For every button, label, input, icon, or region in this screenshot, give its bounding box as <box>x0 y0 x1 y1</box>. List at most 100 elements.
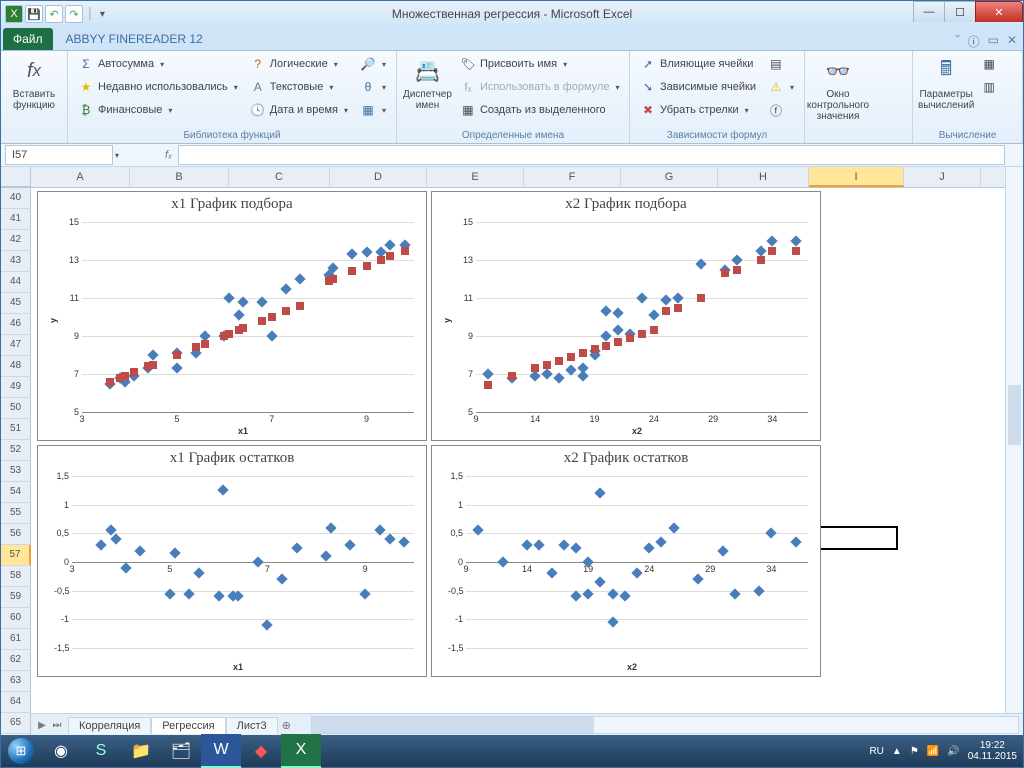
fx-label-icon[interactable]: fₓ <box>165 149 172 161</box>
sheet-tab-0[interactable]: Корреляция <box>68 717 151 734</box>
word-icon[interactable]: W <box>201 734 241 768</box>
row-hdr-56[interactable]: 56 <box>1 524 31 545</box>
row-hdr-40[interactable]: 40 <box>1 188 31 209</box>
col-hdr-F[interactable]: F <box>524 167 621 187</box>
sheet-tab-1[interactable]: Регрессия <box>151 717 225 734</box>
network-icon[interactable]: 📶 <box>927 746 939 757</box>
calc-now-button[interactable]: ▦ <box>977 53 1001 75</box>
row-hdr-42[interactable]: 42 <box>1 230 31 251</box>
watch-window-button[interactable]: 👓 Окно контрольного значения <box>811 53 865 141</box>
save-icon[interactable]: 💾 <box>25 5 43 23</box>
row-hdr-53[interactable]: 53 <box>1 461 31 482</box>
row-hdr-65[interactable]: 65 <box>1 713 31 734</box>
action-center-icon[interactable]: ⚑ <box>910 746 919 757</box>
new-sheet-icon[interactable]: ⊕ <box>282 719 291 732</box>
name-box[interactable]: I57 <box>5 145 113 165</box>
col-hdr-H[interactable]: H <box>718 167 809 187</box>
mdi-restore-icon[interactable]: ▭ <box>988 33 999 50</box>
trace-precedents-button[interactable]: ➚Влияющие ячейки <box>636 53 760 75</box>
row-hdr-43[interactable]: 43 <box>1 251 31 272</box>
row-hdr-64[interactable]: 64 <box>1 692 31 713</box>
close-button[interactable]: ✕ <box>975 1 1023 22</box>
explorer-icon[interactable]: 📁 <box>121 735 161 767</box>
horizontal-scrollbar[interactable] <box>311 716 1019 734</box>
col-hdr-I[interactable]: I <box>809 167 904 187</box>
math-button[interactable]: θ▾ <box>356 76 390 98</box>
row-hdr-46[interactable]: 46 <box>1 314 31 335</box>
col-hdr-B[interactable]: B <box>130 167 229 187</box>
undo-icon[interactable]: ↶ <box>45 5 63 23</box>
clock[interactable]: 19:22 04.11.2015 <box>968 740 1017 762</box>
row-hdr-44[interactable]: 44 <box>1 272 31 293</box>
chrome-icon[interactable]: ◉ <box>41 735 81 767</box>
row-hdr-55[interactable]: 55 <box>1 503 31 524</box>
col-hdr-J[interactable]: J <box>904 167 981 187</box>
nav-last-icon[interactable]: ⏭ <box>50 720 64 731</box>
sheet-tab-2[interactable]: Лист3 <box>226 717 278 734</box>
show-formulas-button[interactable]: ▤ <box>764 53 798 75</box>
excel-taskbar-icon[interactable]: X <box>281 734 321 768</box>
column-headers[interactable]: ABCDEFGHIJ <box>31 167 1023 188</box>
name-box-dropdown-icon[interactable]: ▾ <box>115 151 119 160</box>
skype-icon[interactable]: S <box>81 735 121 767</box>
chart-x2-resid[interactable]: x2 График остатков-1,5-1-0,500,511,59141… <box>431 445 821 677</box>
datetime-button[interactable]: 🕓Дата и время▾ <box>246 99 352 121</box>
calc-options-button[interactable]: 🖩 Параметры вычислений <box>919 53 973 130</box>
lookup-button[interactable]: 🔎▾ <box>356 53 390 75</box>
ribbon-tab-7[interactable]: ABBYY FINEREADER 12 <box>55 27 214 50</box>
col-hdr-E[interactable]: E <box>427 167 524 187</box>
row-hdr-47[interactable]: 47 <box>1 335 31 356</box>
redo-icon[interactable]: ↷ <box>65 5 83 23</box>
col-hdr-A[interactable]: A <box>31 167 130 187</box>
worksheet[interactable]: 4041424344454647484950515253545556575859… <box>1 167 1023 713</box>
chart-x2-fit[interactable]: x2 График подбора57911131591419242934yx2 <box>431 191 821 441</box>
formula-input[interactable] <box>178 145 1005 165</box>
row-hdr-58[interactable]: 58 <box>1 566 31 587</box>
autosum-button[interactable]: ΣАвтосумма▾ <box>74 53 242 75</box>
evaluate-button[interactable]: ⓕ <box>764 99 798 121</box>
col-hdr-D[interactable]: D <box>330 167 427 187</box>
name-manager-button[interactable]: 📇 Диспетчер имен <box>403 53 452 130</box>
financial-button[interactable]: ₿Финансовые▾ <box>74 99 242 121</box>
row-hdr-59[interactable]: 59 <box>1 587 31 608</box>
row-hdr-45[interactable]: 45 <box>1 293 31 314</box>
row-hdr-61[interactable]: 61 <box>1 629 31 650</box>
row-hdr-51[interactable]: 51 <box>1 419 31 440</box>
row-hdr-41[interactable]: 41 <box>1 209 31 230</box>
mdi-close-icon[interactable]: ✕ <box>1007 33 1017 50</box>
start-button[interactable]: ⊞ <box>1 735 41 767</box>
error-check-button[interactable]: ⚠▾ <box>764 76 798 98</box>
use-in-formula-button[interactable]: fₓИспользовать в формуле▾ <box>456 76 624 98</box>
row-hdr-49[interactable]: 49 <box>1 377 31 398</box>
calc-sheet-button[interactable]: ▥ <box>977 76 1001 98</box>
text-button[interactable]: AТекстовые▾ <box>246 76 352 98</box>
flag-icon[interactable]: ▲ <box>892 746 902 757</box>
chart-x1-resid[interactable]: x1 График остатков-1,5-1-0,500,511,53579… <box>37 445 427 677</box>
ribbon-minimize-icon[interactable]: ˇ <box>956 33 960 50</box>
folder-open-icon[interactable]: 🗂 <box>161 735 201 767</box>
vertical-scrollbar[interactable] <box>1005 167 1023 713</box>
create-from-selection-button[interactable]: ▦Создать из выделенного <box>456 99 624 121</box>
logical-button[interactable]: ?Логические▾ <box>246 53 352 75</box>
minimize-button[interactable]: — <box>913 1 945 22</box>
lang-indicator[interactable]: RU <box>869 746 883 757</box>
row-hdr-63[interactable]: 63 <box>1 671 31 692</box>
chart-x1-fit[interactable]: x1 График подбора5791113153579yx1 <box>37 191 427 441</box>
recent-button[interactable]: ★Недавно использовались▾ <box>74 76 242 98</box>
assign-name-button[interactable]: 🏷Присвоить имя▾ <box>456 53 624 75</box>
more-button[interactable]: ▦▾ <box>356 99 390 121</box>
remove-arrows-button[interactable]: ✖Убрать стрелки▾ <box>636 99 760 121</box>
row-hdr-60[interactable]: 60 <box>1 608 31 629</box>
insert-function-button[interactable]: fx Вставить функцию <box>7 53 61 141</box>
row-hdr-48[interactable]: 48 <box>1 356 31 377</box>
col-hdr-C[interactable]: C <box>229 167 330 187</box>
file-tab[interactable]: Файл <box>3 28 53 50</box>
maximize-button[interactable]: ☐ <box>944 1 976 22</box>
volume-icon[interactable]: 🔊 <box>947 746 959 757</box>
row-hdr-62[interactable]: 62 <box>1 650 31 671</box>
col-hdr-G[interactable]: G <box>621 167 718 187</box>
row-hdr-57[interactable]: 57 <box>1 545 31 566</box>
row-hdr-52[interactable]: 52 <box>1 440 31 461</box>
row-hdr-54[interactable]: 54 <box>1 482 31 503</box>
help-icon[interactable]: ⓘ <box>968 33 980 50</box>
